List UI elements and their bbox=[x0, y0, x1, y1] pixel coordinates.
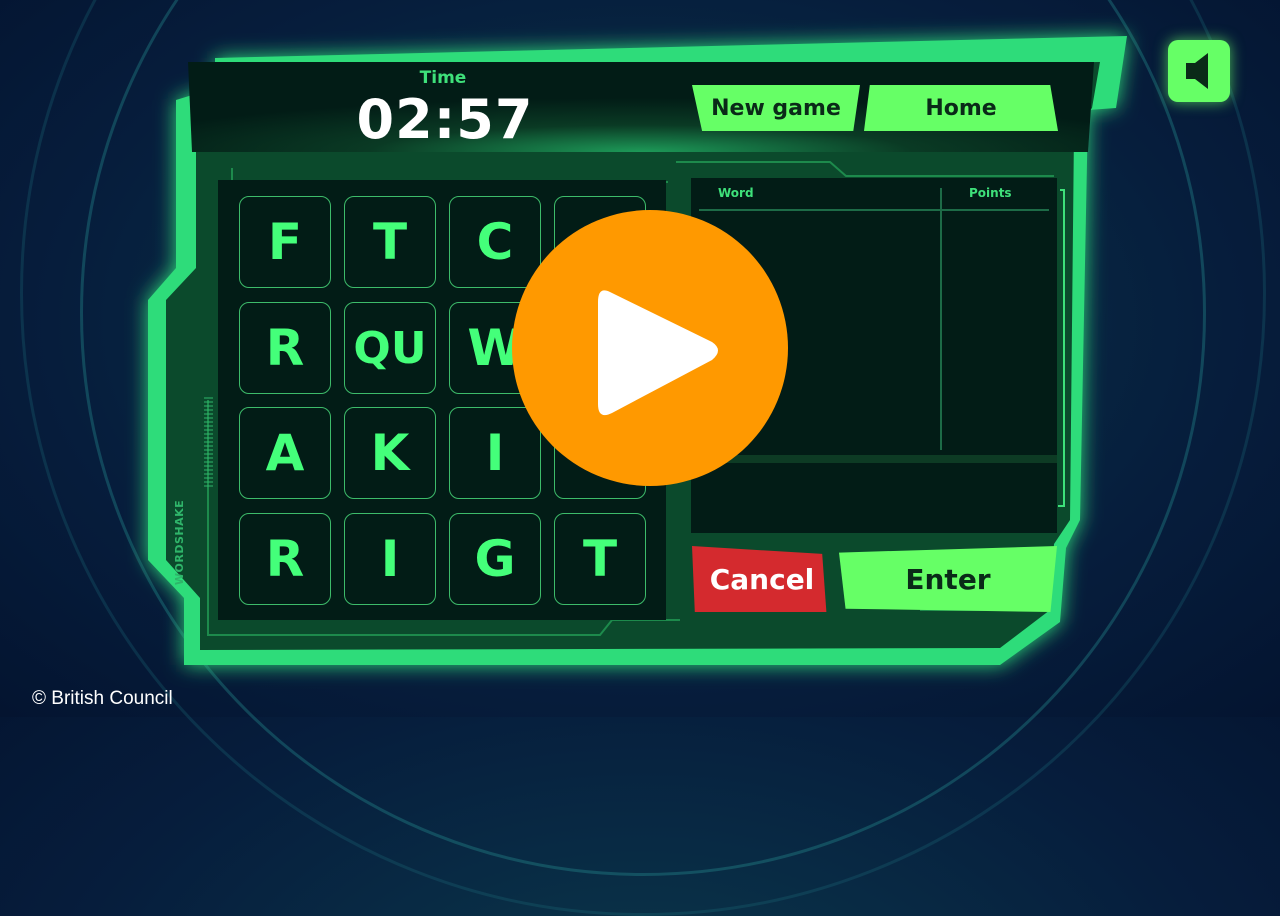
sound-toggle-button[interactable] bbox=[1168, 40, 1230, 102]
play-icon bbox=[598, 290, 718, 416]
play-button[interactable] bbox=[512, 210, 788, 486]
brand-label: WORDSHAKE bbox=[173, 499, 187, 586]
letter-tile[interactable]: F bbox=[239, 196, 331, 288]
enter-button[interactable]: Enter bbox=[839, 546, 1057, 612]
letter-tile[interactable]: T bbox=[554, 513, 646, 605]
letter-tile[interactable]: QU bbox=[344, 302, 436, 394]
time-value: 02:57 bbox=[356, 88, 534, 151]
copyright-notice: © British Council bbox=[32, 688, 173, 709]
time-label: Time bbox=[419, 68, 467, 88]
letter-tile[interactable]: I bbox=[344, 513, 436, 605]
home-button[interactable]: Home bbox=[864, 85, 1058, 131]
column-header-word: Word bbox=[718, 186, 754, 200]
letter-tile[interactable]: R bbox=[239, 513, 331, 605]
letter-tile[interactable]: G bbox=[449, 513, 541, 605]
letter-tile[interactable]: R bbox=[239, 302, 331, 394]
letter-tile[interactable]: K bbox=[344, 407, 436, 499]
brand-strip: WORDSHAKE bbox=[173, 396, 217, 585]
column-divider bbox=[940, 188, 942, 450]
column-header-points: Points bbox=[969, 186, 1012, 200]
cancel-button[interactable]: Cancel bbox=[692, 546, 827, 612]
speaker-icon bbox=[1186, 53, 1208, 89]
letter-tile[interactable]: T bbox=[344, 196, 436, 288]
letter-tile[interactable]: A bbox=[239, 407, 331, 499]
new-game-button[interactable]: New game bbox=[692, 85, 860, 131]
